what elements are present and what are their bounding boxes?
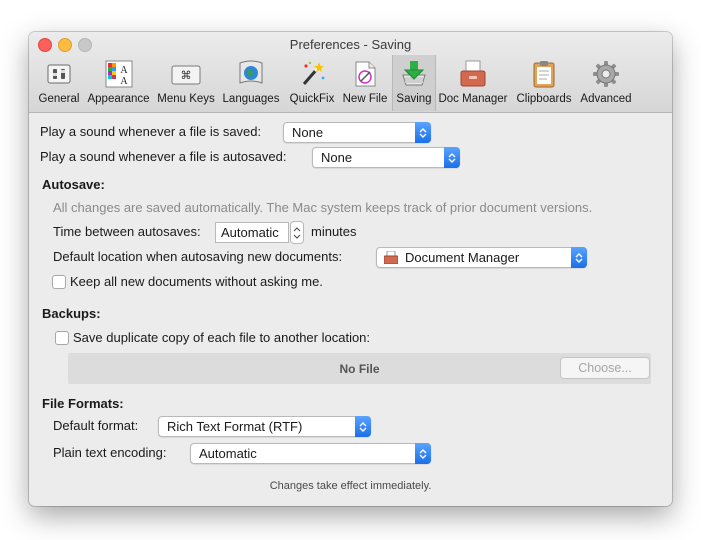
autosave-location-label: Default location when autosaving new doc…	[53, 249, 343, 264]
globe-flag-icon	[235, 58, 267, 90]
svg-text:A: A	[120, 65, 128, 76]
tab-menu-keys[interactable]: ⌘ Menu Keys	[155, 55, 217, 111]
chevron-updown-icon	[415, 443, 431, 464]
command-key-icon: ⌘	[170, 58, 202, 90]
autosave-time-field[interactable]: Automatic	[215, 222, 289, 243]
preferences-window: Preferences - Saving General AA Appearan…	[29, 32, 672, 506]
autosave-time-label: Time between autosaves:	[53, 224, 201, 239]
save-duplicate-checkbox[interactable]	[55, 331, 69, 345]
chevron-updown-icon	[415, 122, 431, 143]
keep-documents-checkbox[interactable]	[52, 275, 66, 289]
default-format-popup[interactable]: Rich Text Format (RTF)	[158, 416, 371, 437]
sound-autosaved-popup[interactable]: None	[312, 147, 460, 168]
saving-preferences-pane: Play a sound whenever a file is saved: N…	[29, 113, 672, 506]
autosave-header: Autosave:	[42, 177, 105, 192]
window-title: Preferences - Saving	[289, 37, 412, 52]
sound-saved-popup[interactable]: None	[283, 122, 431, 143]
save-tray-icon	[398, 58, 430, 90]
svg-text:⌘: ⌘	[181, 69, 192, 82]
tab-quickfix[interactable]: QuickFix	[286, 55, 338, 111]
tab-advanced[interactable]: Advanced	[578, 55, 634, 111]
tab-clipboards[interactable]: Clipboards	[514, 55, 574, 111]
clipboard-icon	[528, 58, 560, 90]
chevron-updown-icon	[444, 147, 460, 168]
tab-saving[interactable]: Saving	[392, 55, 436, 111]
magic-wand-icon	[296, 58, 328, 90]
footer-note: Changes take effect immediately.	[269, 480, 432, 492]
chevron-updown-icon	[571, 247, 587, 268]
new-file-icon	[349, 58, 381, 90]
sound-autosaved-label: Play a sound whenever a file is autosave…	[40, 149, 287, 164]
file-formats-header: File Formats:	[42, 396, 124, 411]
autosave-time-stepper[interactable]	[290, 221, 304, 244]
svg-text:A: A	[120, 76, 128, 87]
tab-appearance[interactable]: AA Appearance	[85, 55, 152, 111]
stepper-arrows-icon	[293, 226, 301, 239]
general-switches-icon	[43, 58, 75, 90]
encoding-popup[interactable]: Automatic	[190, 443, 431, 464]
save-duplicate-label: Save duplicate copy of each file to anot…	[73, 330, 371, 345]
chevron-updown-icon	[355, 416, 371, 437]
backups-header: Backups:	[42, 306, 101, 321]
autosave-location-popup[interactable]: Document Manager	[376, 247, 587, 268]
preferences-toolbar: General AA Appearance ⌘ Menu Keys Langua…	[29, 55, 672, 111]
autosave-time-unit: minutes	[311, 224, 357, 239]
tab-doc-manager[interactable]: Doc Manager	[437, 55, 509, 111]
doc-manager-icon	[383, 250, 399, 267]
appearance-palette-icon: AA	[103, 58, 135, 90]
sound-saved-label: Play a sound whenever a file is saved:	[40, 124, 262, 139]
tab-languages[interactable]: Languages	[221, 55, 281, 111]
autosave-note: All changes are saved automatically. The…	[53, 200, 593, 215]
encoding-label: Plain text encoding:	[53, 445, 167, 460]
keep-documents-label: Keep all new documents without asking me…	[70, 274, 323, 289]
tab-new-file[interactable]: New File	[339, 55, 391, 111]
tab-general[interactable]: General	[33, 55, 85, 111]
title-bar: Preferences - Saving General AA Appearan…	[29, 32, 672, 113]
choose-button[interactable]: Choose...	[560, 357, 650, 379]
backup-location-well: No File Choose...	[68, 353, 651, 384]
default-format-label: Default format:	[53, 418, 139, 433]
doc-manager-icon	[457, 58, 489, 90]
gear-icon	[590, 58, 622, 90]
